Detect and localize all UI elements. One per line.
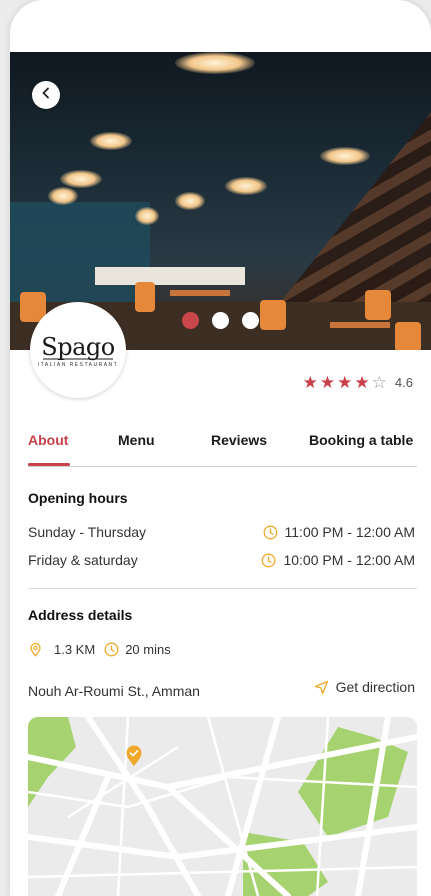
hero-chair <box>135 282 155 312</box>
carousel-indicator <box>182 312 259 329</box>
hero-chair <box>395 322 421 350</box>
location-pin-icon <box>28 642 43 657</box>
star-empty-icon: ☆ <box>371 373 387 392</box>
hero-chair <box>365 290 391 320</box>
hours-time-row: 11:00 PM - 12:00 AM <box>263 524 415 540</box>
star-filled-icon: ★ <box>302 373 318 392</box>
hero-lamp <box>225 177 267 195</box>
star-filled-icon: ★ <box>337 373 353 392</box>
tab-about[interactable]: About <box>28 432 68 448</box>
carousel-dot[interactable] <box>182 312 199 329</box>
clock-icon <box>261 553 276 568</box>
navigation-arrow-icon <box>314 680 329 695</box>
logo-name: Spago <box>41 332 115 361</box>
hero-chair <box>260 300 286 330</box>
rating-value: 4.6 <box>394 375 413 390</box>
tab-booking-a-table[interactable]: Booking a table <box>309 432 413 448</box>
hero-table <box>170 290 230 296</box>
hours-days: Sunday - Thursday <box>28 524 147 540</box>
restaurant-logo: Spago ITALIAN RESTAURANT <box>30 302 126 398</box>
hero-lamp <box>48 187 78 205</box>
hero-lamp <box>175 192 205 210</box>
location-map[interactable] <box>28 717 417 896</box>
address-details-title: Address details <box>28 607 133 623</box>
hours-time: 10:00 PM - 12:00 AM <box>283 552 415 568</box>
opening-hours-title: Opening hours <box>28 490 128 506</box>
map-graphic <box>28 717 417 896</box>
hero-counter <box>95 267 245 285</box>
section-divider <box>28 588 417 589</box>
star-filled-icon: ★ <box>354 373 370 392</box>
hero-table <box>330 322 390 328</box>
distance-value: 1.3 KM <box>54 642 96 657</box>
clock-icon <box>104 642 119 657</box>
chevron-left-icon <box>40 86 52 104</box>
hero-lamp <box>320 147 370 165</box>
address-meta: 1.3 KM 20 mins <box>28 642 171 657</box>
hours-days: Friday & saturday <box>28 552 138 568</box>
map-marker-icon[interactable] <box>125 745 143 772</box>
clock-icon <box>263 525 278 540</box>
active-tab-indicator <box>28 463 70 466</box>
carousel-dot[interactable] <box>212 312 229 329</box>
tab-bar: About Menu Reviews Booking a table <box>28 430 417 467</box>
hero-lamp <box>60 170 102 188</box>
logo-subtitle: ITALIAN RESTAURANT <box>37 361 119 368</box>
logo-rule <box>43 358 113 359</box>
street-address: Nouh Ar-Roumi St., Amman <box>28 683 200 699</box>
phone-screen: Spago ITALIAN RESTAURANT ★ ★ ★ ★ ☆ 4.6 A… <box>10 0 431 896</box>
duration-value: 20 mins <box>125 642 171 657</box>
hero-lamp <box>90 132 132 150</box>
star-filled-icon: ★ <box>319 373 336 392</box>
rating: ★ ★ ★ ★ ☆ 4.6 <box>303 374 413 391</box>
back-button[interactable] <box>32 81 60 109</box>
carousel-dot[interactable] <box>242 312 259 329</box>
get-direction-button[interactable]: Get direction <box>314 679 415 695</box>
get-direction-label: Get direction <box>335 679 415 695</box>
tab-menu[interactable]: Menu <box>118 432 155 448</box>
hero-lamp <box>135 207 159 225</box>
tab-reviews[interactable]: Reviews <box>211 432 267 448</box>
hero-lamp <box>175 52 255 74</box>
hours-time: 11:00 PM - 12:00 AM <box>284 524 415 540</box>
hours-time-row: 10:00 PM - 12:00 AM <box>261 552 415 568</box>
